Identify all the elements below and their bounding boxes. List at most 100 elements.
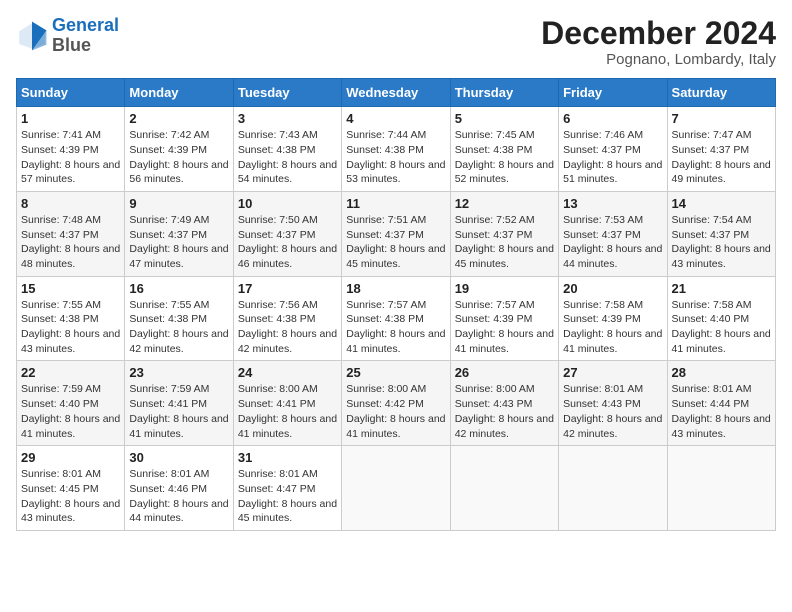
calendar-cell: 28 Sunrise: 8:01 AMSunset: 4:44 PMDayligh… <box>667 361 775 446</box>
day-info: Sunrise: 7:49 AMSunset: 4:37 PMDaylight:… <box>129 213 228 272</box>
day-info: Sunrise: 8:00 AMSunset: 4:43 PMDaylight:… <box>455 382 554 441</box>
weekday-header: Tuesday <box>233 79 341 107</box>
day-number: 28 <box>672 365 771 380</box>
day-number: 2 <box>129 111 228 126</box>
day-number: 4 <box>346 111 445 126</box>
location: Pognano, Lombardy, Italy <box>541 51 776 68</box>
day-number: 26 <box>455 365 554 380</box>
day-info: Sunrise: 7:48 AMSunset: 4:37 PMDaylight:… <box>21 213 120 272</box>
day-number: 30 <box>129 450 228 465</box>
weekday-header: Wednesday <box>342 79 450 107</box>
calendar-cell: 8 Sunrise: 7:48 AMSunset: 4:37 PMDaylight… <box>17 191 125 276</box>
day-info: Sunrise: 8:01 AMSunset: 4:44 PMDaylight:… <box>672 382 771 441</box>
day-number: 24 <box>238 365 337 380</box>
day-number: 15 <box>21 281 120 296</box>
day-info: Sunrise: 8:00 AMSunset: 4:41 PMDaylight:… <box>238 382 337 441</box>
day-info: Sunrise: 7:56 AMSunset: 4:38 PMDaylight:… <box>238 298 337 357</box>
calendar-cell: 29Sunrise: 8:01 AMSunset: 4:45 PMDayligh… <box>17 446 125 531</box>
day-info: Sunrise: 7:57 AMSunset: 4:39 PMDaylight:… <box>455 298 554 357</box>
calendar-cell: 23 Sunrise: 7:59 AMSunset: 4:41 PMDayligh… <box>125 361 233 446</box>
calendar-cell: 2Sunrise: 7:42 AMSunset: 4:39 PMDaylight… <box>125 107 233 192</box>
calendar-cell: 19 Sunrise: 7:57 AMSunset: 4:39 PMDayligh… <box>450 276 558 361</box>
day-number: 19 <box>455 281 554 296</box>
calendar-cell: 13Sunrise: 7:53 AMSunset: 4:37 PMDayligh… <box>559 191 667 276</box>
day-info: Sunrise: 7:54 AMSunset: 4:37 PMDaylight:… <box>672 213 771 272</box>
calendar-cell: 9 Sunrise: 7:49 AMSunset: 4:37 PMDaylight… <box>125 191 233 276</box>
day-number: 8 <box>21 196 120 211</box>
calendar-cell: 5 Sunrise: 7:45 AMSunset: 4:38 PMDaylight… <box>450 107 558 192</box>
day-number: 7 <box>672 111 771 126</box>
calendar-cell: 20Sunrise: 7:58 AMSunset: 4:39 PMDayligh… <box>559 276 667 361</box>
page-header: General Blue December 2024 Pognano, Lomb… <box>16 16 776 68</box>
day-info: Sunrise: 8:01 AMSunset: 4:46 PMDaylight:… <box>129 467 228 526</box>
day-info: Sunrise: 7:51 AMSunset: 4:37 PMDaylight:… <box>346 213 445 272</box>
calendar-cell: 17 Sunrise: 7:56 AMSunset: 4:38 PMDayligh… <box>233 276 341 361</box>
day-number: 23 <box>129 365 228 380</box>
logo-line1: General <box>52 15 119 35</box>
day-number: 31 <box>238 450 337 465</box>
day-number: 20 <box>563 281 662 296</box>
day-info: Sunrise: 8:01 AMSunset: 4:45 PMDaylight:… <box>21 467 120 526</box>
logo: General Blue <box>16 16 119 56</box>
day-info: Sunrise: 8:00 AMSunset: 4:42 PMDaylight:… <box>346 382 445 441</box>
month-title: December 2024 <box>541 16 776 51</box>
day-info: Sunrise: 7:41 AMSunset: 4:39 PMDaylight:… <box>21 128 120 187</box>
calendar-cell: 14 Sunrise: 7:54 AMSunset: 4:37 PMDayligh… <box>667 191 775 276</box>
day-number: 22 <box>21 365 120 380</box>
weekday-header: Monday <box>125 79 233 107</box>
calendar-cell: 6 Sunrise: 7:46 AMSunset: 4:37 PMDaylight… <box>559 107 667 192</box>
day-number: 25 <box>346 365 445 380</box>
logo-line2: Blue <box>52 35 91 55</box>
day-info: Sunrise: 7:52 AMSunset: 4:37 PMDaylight:… <box>455 213 554 272</box>
calendar-cell <box>559 446 667 531</box>
day-number: 1 <box>21 111 120 126</box>
day-info: Sunrise: 7:55 AMSunset: 4:38 PMDaylight:… <box>129 298 228 357</box>
calendar-cell: 21Sunrise: 7:58 AMSunset: 4:40 PMDayligh… <box>667 276 775 361</box>
calendar-cell: 15Sunrise: 7:55 AMSunset: 4:38 PMDayligh… <box>17 276 125 361</box>
day-number: 5 <box>455 111 554 126</box>
calendar-cell: 18Sunrise: 7:57 AMSunset: 4:38 PMDayligh… <box>342 276 450 361</box>
day-number: 3 <box>238 111 337 126</box>
day-number: 14 <box>672 196 771 211</box>
day-info: Sunrise: 7:59 AMSunset: 4:40 PMDaylight:… <box>21 382 120 441</box>
day-number: 12 <box>455 196 554 211</box>
day-number: 18 <box>346 281 445 296</box>
calendar-cell: 25 Sunrise: 8:00 AMSunset: 4:42 PMDayligh… <box>342 361 450 446</box>
calendar-cell <box>667 446 775 531</box>
calendar-cell: 4 Sunrise: 7:44 AMSunset: 4:38 PMDaylight… <box>342 107 450 192</box>
calendar-cell: 16 Sunrise: 7:55 AMSunset: 4:38 PMDayligh… <box>125 276 233 361</box>
calendar-cell: 27 Sunrise: 8:01 AMSunset: 4:43 PMDayligh… <box>559 361 667 446</box>
calendar-cell: 1 Sunrise: 7:41 AMSunset: 4:39 PMDaylight… <box>17 107 125 192</box>
day-info: Sunrise: 7:45 AMSunset: 4:38 PMDaylight:… <box>455 128 554 187</box>
calendar-cell: 26 Sunrise: 8:00 AMSunset: 4:43 PMDayligh… <box>450 361 558 446</box>
day-info: Sunrise: 7:46 AMSunset: 4:37 PMDaylight:… <box>563 128 662 187</box>
weekday-header: Thursday <box>450 79 558 107</box>
day-number: 9 <box>129 196 228 211</box>
day-info: Sunrise: 8:01 AMSunset: 4:43 PMDaylight:… <box>563 382 662 441</box>
calendar-cell: 10Sunrise: 7:50 AMSunset: 4:37 PMDayligh… <box>233 191 341 276</box>
calendar-cell: 11 Sunrise: 7:51 AMSunset: 4:37 PMDayligh… <box>342 191 450 276</box>
logo-icon <box>16 20 48 52</box>
day-number: 16 <box>129 281 228 296</box>
day-info: Sunrise: 7:53 AMSunset: 4:37 PMDaylight:… <box>563 213 662 272</box>
calendar-cell: 3Sunrise: 7:43 AMSunset: 4:38 PMDaylight… <box>233 107 341 192</box>
calendar-cell <box>450 446 558 531</box>
day-info: Sunrise: 8:01 AMSunset: 4:47 PMDaylight:… <box>238 467 337 526</box>
day-info: Sunrise: 7:59 AMSunset: 4:41 PMDaylight:… <box>129 382 228 441</box>
calendar-cell: 22 Sunrise: 7:59 AMSunset: 4:40 PMDayligh… <box>17 361 125 446</box>
day-number: 27 <box>563 365 662 380</box>
day-number: 10 <box>238 196 337 211</box>
day-number: 11 <box>346 196 445 211</box>
calendar-cell: 24 Sunrise: 8:00 AMSunset: 4:41 PMDayligh… <box>233 361 341 446</box>
day-info: Sunrise: 7:44 AMSunset: 4:38 PMDaylight:… <box>346 128 445 187</box>
weekday-header: Friday <box>559 79 667 107</box>
day-info: Sunrise: 7:58 AMSunset: 4:40 PMDaylight:… <box>672 298 771 357</box>
calendar-cell: 7Sunrise: 7:47 AMSunset: 4:37 PMDaylight… <box>667 107 775 192</box>
day-number: 6 <box>563 111 662 126</box>
calendar-cell: 12 Sunrise: 7:52 AMSunset: 4:37 PMDayligh… <box>450 191 558 276</box>
calendar-cell <box>342 446 450 531</box>
day-number: 17 <box>238 281 337 296</box>
calendar: SundayMondayTuesdayWednesdayThursdayFrid… <box>16 78 776 531</box>
weekday-header: Saturday <box>667 79 775 107</box>
calendar-cell: 31 Sunrise: 8:01 AMSunset: 4:47 PMDayligh… <box>233 446 341 531</box>
